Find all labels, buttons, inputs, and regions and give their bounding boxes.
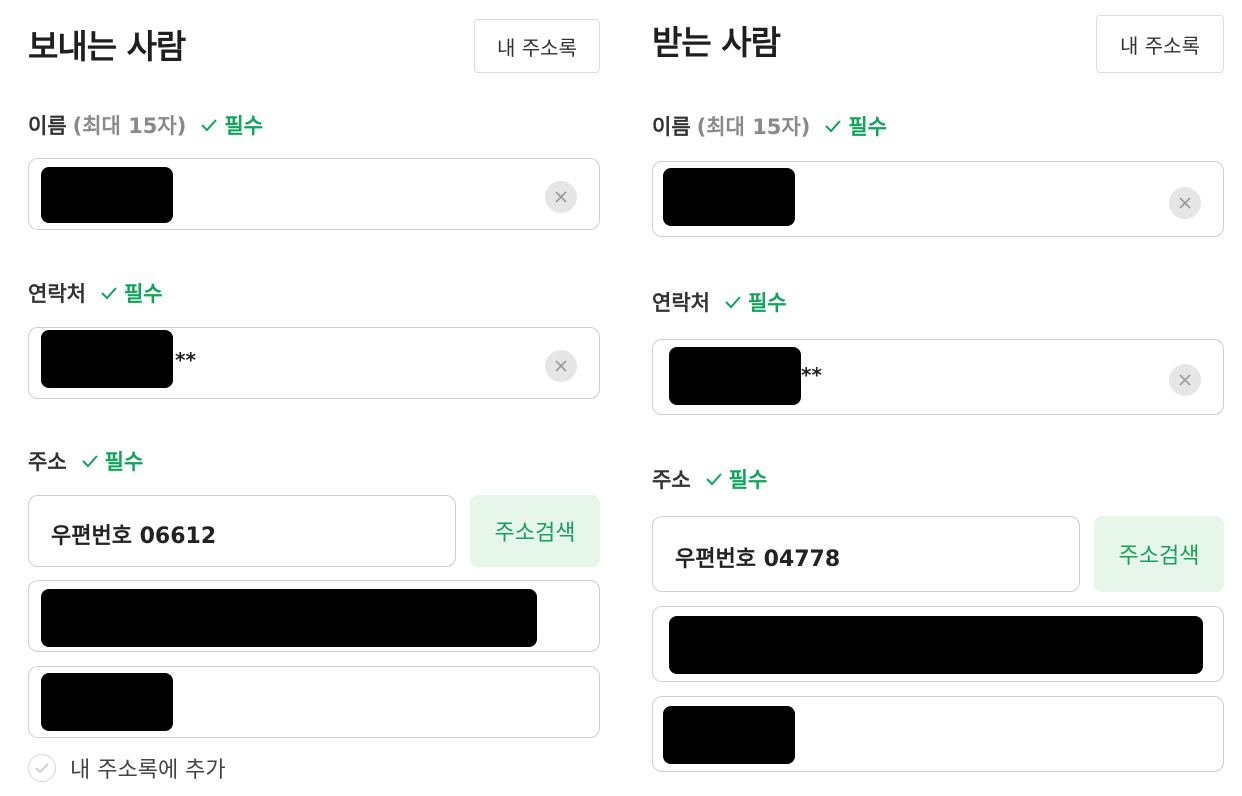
postal-code: 우편번호 06612 (51, 524, 217, 549)
receiver-address-line1[interactable] (652, 606, 1224, 682)
required-text: 필수 (123, 282, 163, 306)
redacted-value (663, 168, 795, 226)
redacted-value (669, 616, 1203, 674)
sender-title: 보내는 사람 (28, 27, 186, 66)
clear-icon[interactable] (545, 181, 577, 213)
sender-address-label: 주소 필수 (28, 446, 143, 476)
receiver-section: 받는 사람 내 주소록 이름 (최대 15자) 필수 연락처 필수 ** 주소 (652, 0, 1224, 796)
required-text: 필수 (848, 115, 887, 139)
name-hint: (최대 15자) (696, 115, 811, 139)
phone-label-text: 연락처 (652, 291, 710, 315)
required-text: 필수 (104, 450, 144, 474)
required-badge: 필수 (81, 446, 144, 476)
required-text: 필수 (747, 291, 787, 315)
sender-address-line2[interactable] (28, 666, 600, 738)
required-badge: 필수 (724, 287, 787, 317)
check-circle-icon[interactable] (28, 754, 56, 782)
redacted-value (41, 673, 173, 731)
sender-address-search-button[interactable]: 주소검색 (470, 495, 600, 567)
receiver-phone-label: 연락처 필수 (652, 287, 787, 317)
address-label-text: 주소 (28, 450, 67, 474)
phone-label-text: 연락처 (28, 282, 86, 306)
clear-icon[interactable] (545, 350, 577, 382)
redacted-value (669, 347, 801, 405)
redacted-value (41, 589, 537, 647)
sender-phone-input[interactable]: ** (28, 327, 600, 399)
sender-postal-field[interactable]: 우편번호 06612 (28, 495, 456, 567)
name-label-text: 이름 (28, 114, 67, 138)
receiver-title: 받는 사람 (652, 23, 781, 62)
postal-code: 우편번호 04778 (675, 547, 841, 572)
sender-address-book-button[interactable]: 내 주소록 (474, 19, 600, 73)
required-badge: 필수 (100, 278, 163, 308)
receiver-phone-input[interactable]: ** (652, 339, 1224, 415)
redacted-value (41, 330, 173, 388)
receiver-address-label: 주소 필수 (652, 464, 767, 494)
receiver-address-book-button[interactable]: 내 주소록 (1096, 15, 1224, 73)
masked-suffix: ** (175, 348, 196, 372)
sender-name-input[interactable] (28, 158, 600, 230)
sender-phone-label: 연락처 필수 (28, 278, 163, 308)
required-badge: 필수 (824, 111, 887, 141)
receiver-address-line2[interactable] (652, 696, 1224, 772)
check-icon (101, 287, 117, 300)
clear-icon[interactable] (1169, 187, 1201, 219)
receiver-name-label: 이름 (최대 15자) 필수 (652, 111, 887, 141)
sender-address-line1[interactable] (28, 580, 600, 652)
check-icon (705, 473, 722, 486)
required-text: 필수 (728, 468, 768, 492)
sender-name-label: 이름 (최대 15자) 필수 (28, 110, 263, 140)
receiver-postal-field[interactable]: 우편번호 04778 (652, 516, 1080, 592)
receiver-address-search-button[interactable]: 주소검색 (1094, 516, 1224, 592)
receiver-name-input[interactable] (652, 161, 1224, 237)
check-icon (825, 120, 842, 133)
check-icon (725, 296, 741, 309)
redacted-value (41, 167, 173, 223)
required-badge: 필수 (200, 110, 263, 140)
masked-suffix: ** (801, 363, 822, 387)
add-to-address-book[interactable]: 내 주소록에 추가 (28, 752, 226, 784)
check-icon (201, 119, 218, 132)
name-label-text: 이름 (652, 115, 691, 139)
required-text: 필수 (224, 114, 263, 138)
redacted-value (663, 706, 795, 764)
add-to-book-label: 내 주소록에 추가 (70, 758, 226, 783)
address-label-text: 주소 (652, 468, 691, 492)
check-icon (81, 455, 98, 468)
required-badge: 필수 (705, 464, 768, 494)
name-hint: (최대 15자) (72, 114, 187, 138)
sender-section: 보내는 사람 내 주소록 이름 (최대 15자) 필수 연락처 필수 ** 주소 (28, 0, 600, 796)
clear-icon[interactable] (1169, 364, 1201, 396)
